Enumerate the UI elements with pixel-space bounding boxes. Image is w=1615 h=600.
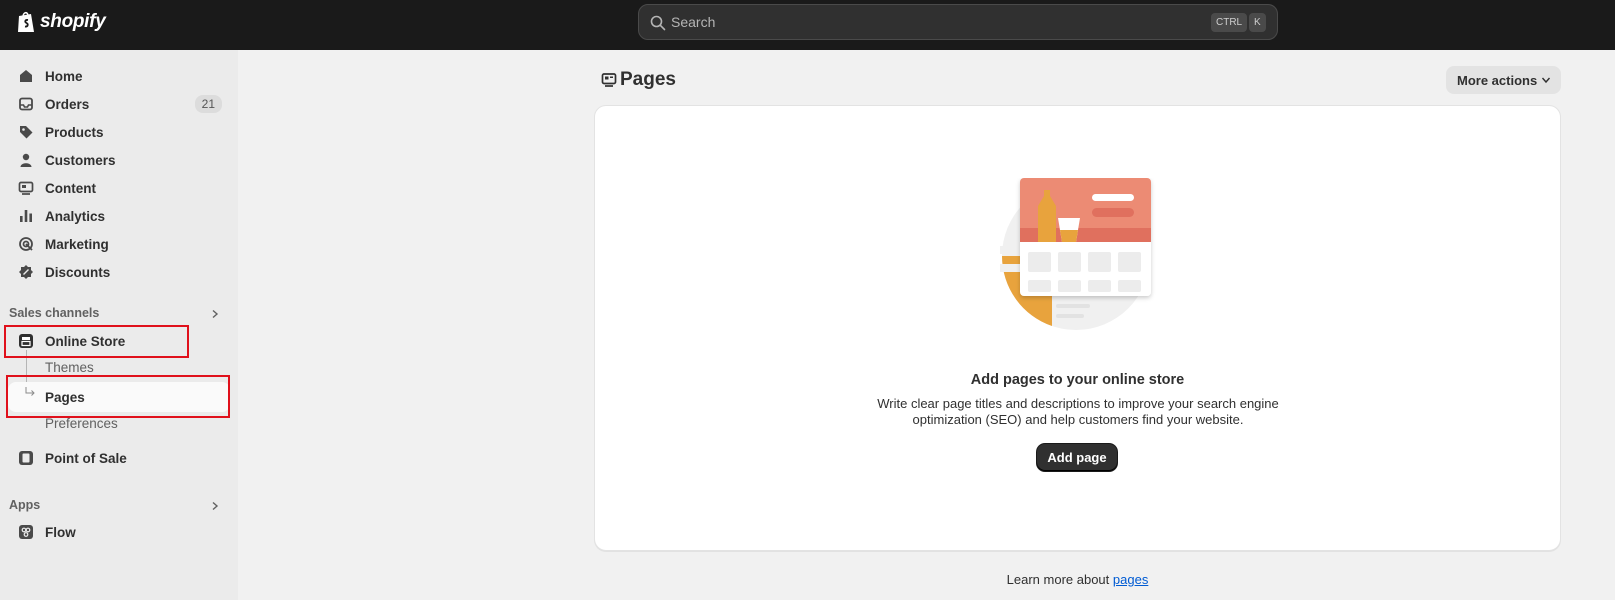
person-icon xyxy=(20,153,32,167)
sidebar-item-content[interactable]: Content xyxy=(8,174,230,202)
home-icon xyxy=(20,70,32,82)
content-icon xyxy=(18,181,34,195)
pages-icon xyxy=(601,73,617,87)
sidebar-item-analytics[interactable]: Analytics xyxy=(8,202,230,230)
more-actions-label: More actions xyxy=(1457,72,1538,88)
sidebar-item-orders[interactable]: Orders 21 xyxy=(8,90,230,118)
shopify-bag-icon xyxy=(18,11,34,32)
sidebar-item-marketing[interactable]: Marketing xyxy=(8,230,230,258)
top-bar: shopify CTRL K xyxy=(0,0,1615,50)
shortcut-ctrl-key: CTRL xyxy=(1211,13,1248,32)
discount-icon xyxy=(19,265,33,279)
flow-icon xyxy=(19,525,33,539)
orders-count-badge: 21 xyxy=(194,95,222,113)
sidebar-item-label: Point of Sale xyxy=(45,450,127,466)
sidebar-item-flow[interactable]: Flow xyxy=(8,518,230,546)
chevron-right-icon[interactable] xyxy=(210,501,220,511)
learn-more-pages-link[interactable]: pages xyxy=(1113,572,1148,587)
sidebar-subitem-themes[interactable]: Themes xyxy=(45,360,94,375)
chevron-right-icon[interactable] xyxy=(210,309,220,319)
sidebar-item-products[interactable]: Products xyxy=(8,118,230,146)
search-bar[interactable]: CTRL K xyxy=(638,4,1278,40)
sidebar-item-label: Flow xyxy=(45,524,76,540)
sales-channels-heading: Sales channels xyxy=(9,306,100,320)
sidebar-item-customers[interactable]: Customers xyxy=(8,146,230,174)
shopify-logo[interactable]: shopify xyxy=(16,10,106,34)
sidebar-item-label: Analytics xyxy=(45,208,106,224)
add-page-button[interactable]: Add page xyxy=(1037,444,1117,471)
shortcut-k-key: K xyxy=(1249,13,1266,32)
search-input[interactable] xyxy=(671,5,1171,39)
chevron-down-icon xyxy=(1541,77,1551,84)
brand-name: shopify xyxy=(40,11,106,32)
page-title: Pages xyxy=(620,69,676,90)
sidebar-item-label: Home xyxy=(45,68,83,84)
sidebar-item-label: Products xyxy=(45,124,104,140)
sidebar-item-label: Marketing xyxy=(45,236,109,252)
more-actions-button[interactable]: More actions xyxy=(1446,66,1561,94)
bar-chart-icon xyxy=(20,210,32,222)
tag-icon xyxy=(20,126,33,139)
learn-more-text: Learn more about xyxy=(1006,572,1110,587)
sidebar-item-label: Customers xyxy=(45,152,116,168)
sidebar-item-label: Discounts xyxy=(45,264,111,280)
pos-icon xyxy=(19,451,33,465)
highlight-pages xyxy=(6,375,230,418)
sidebar-item-label: Orders xyxy=(45,96,90,112)
search-icon xyxy=(650,15,666,31)
target-icon xyxy=(19,237,33,251)
inbox-icon xyxy=(19,97,33,111)
apps-heading: Apps xyxy=(9,498,41,512)
sidebar-item-point-of-sale[interactable]: Point of Sale xyxy=(8,444,230,472)
sidebar-item-home[interactable]: Home xyxy=(8,62,230,90)
sidebar-item-label: Content xyxy=(45,180,96,196)
sidebar-item-discounts[interactable]: Discounts xyxy=(8,258,230,286)
empty-state-title: Add pages to your online store xyxy=(970,372,1185,388)
sidebar-subitem-preferences[interactable]: Preferences xyxy=(45,416,118,431)
highlight-online-store xyxy=(4,325,189,358)
empty-state-illustration xyxy=(1000,178,1151,330)
learn-more-footer: Learn more about pages xyxy=(594,572,1561,587)
empty-state-description: Write clear page titles and descriptions… xyxy=(877,396,1279,427)
